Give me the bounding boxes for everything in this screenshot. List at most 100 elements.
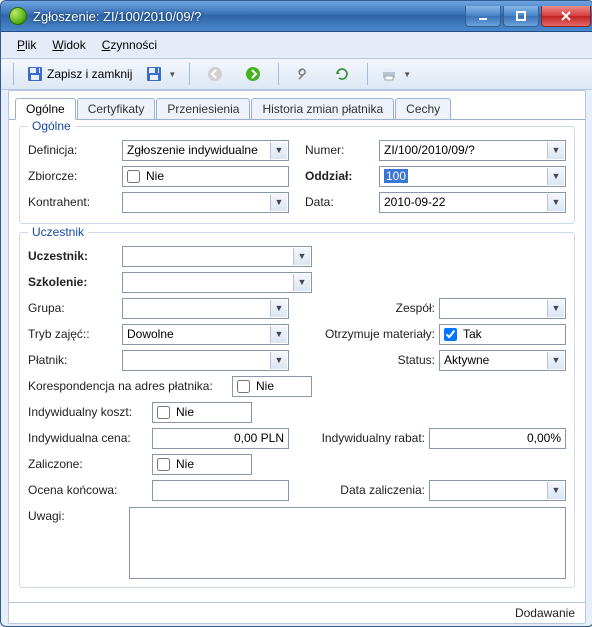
menu-view[interactable]: Widok [46,36,91,54]
indrebate-label: Indywidualny rabat: [305,431,429,445]
tab-general[interactable]: Ogólne [15,98,76,120]
refresh-button[interactable] [325,61,359,87]
payer-combo[interactable]: ▼ [122,350,289,371]
tab-features[interactable]: Cechy [395,98,451,119]
materials-field[interactable]: Tak [439,324,566,345]
training-combo[interactable]: ▼ [122,272,312,293]
indcost-text: Nie [176,405,194,419]
training-label: Szkolenie: [28,275,122,289]
back-button[interactable] [198,61,232,87]
corr-label: Korespondencja na adres płatnika: [28,379,232,393]
group-general: Ogólne Definicja: Zgłoszenie indywidualn… [19,126,575,224]
chevron-down-icon[interactable]: ▼ [270,194,287,211]
status-combo[interactable]: Aktywne ▼ [439,350,566,371]
menubar: Plik Widok Czynności [1,32,592,59]
definition-combo[interactable]: Zgłoszenie indywidualne ▼ [122,140,289,161]
print-button[interactable]: ▼ [376,61,416,87]
credited-text: Nie [176,457,194,471]
materials-checkbox[interactable] [444,328,457,341]
menu-file[interactable]: Plik [11,36,42,54]
diskette-icon [146,66,162,82]
credited-field[interactable]: Nie [152,454,252,475]
forward-button[interactable] [236,61,270,87]
tabs: Ogólne Certyfikaty Przeniesienia Histori… [9,91,585,119]
group-participant: Uczestnik Uczestnik: ▼ Szkolenie: ▼ [19,232,575,588]
creditdate-combo[interactable]: ▼ [429,480,566,501]
team-label: Zespół: [305,301,439,315]
number-value: ZI/100/2010/09/? [384,143,475,157]
team-combo[interactable]: ▼ [439,298,566,319]
finalgrade-label: Ocena końcowa: [28,483,152,497]
date-combo[interactable]: 2010-09-22 ▼ [379,192,566,213]
diskette-icon [27,66,43,82]
corr-checkbox[interactable] [237,380,250,393]
save-close-button[interactable]: Zapisz i zamknij [22,61,137,87]
printer-icon [381,66,397,82]
credited-checkbox[interactable] [157,458,170,471]
chevron-down-icon[interactable]: ▼ [547,352,564,369]
save-close-label: Zapisz i zamknij [47,67,132,81]
finalgrade-field[interactable] [152,480,289,501]
definition-value: Zgłoszenie indywidualne [127,143,258,157]
status-text: Dodawanie [515,606,575,620]
branch-combo[interactable]: 100 ▼ [379,166,566,187]
indprice-label: Indywidualna cena: [28,431,152,445]
tab-payer-history[interactable]: Historia zmian płatnika [251,98,394,119]
chevron-down-icon[interactable]: ▼ [547,194,564,211]
participant-label: Uczestnik: [28,249,122,263]
branch-label: Oddział: [305,169,379,183]
close-button[interactable] [541,6,591,27]
chevron-down-icon[interactable]: ▼ [270,300,287,317]
chevron-down-icon[interactable]: ▼ [293,274,310,291]
save-button[interactable]: ▼ [141,61,181,87]
chevron-down-icon[interactable]: ▼ [547,482,564,499]
tab-transfers[interactable]: Przeniesienia [156,98,250,119]
indcost-checkbox[interactable] [157,406,170,419]
chevron-down-icon: ▼ [168,70,176,79]
mode-value: Dowolne [127,327,174,341]
toolbar: Zapisz i zamknij ▼ ▼ [1,59,592,90]
indrebate-field[interactable]: 0,00% [429,428,566,449]
materials-text: Tak [463,327,482,341]
window: Zgłoszenie: ZI/100/2010/09/? Plik Widok … [0,0,592,627]
chevron-down-icon: ▼ [403,70,411,79]
corr-field[interactable]: Nie [232,376,312,397]
bulk-text: Nie [146,169,164,183]
chevron-down-icon[interactable]: ▼ [270,326,287,343]
contractor-combo[interactable]: ▼ [122,192,289,213]
indcost-field[interactable]: Nie [152,402,252,423]
definition-label: Definicja: [28,143,122,157]
maximize-button[interactable] [503,6,539,27]
bulk-field[interactable]: Nie [122,166,289,187]
number-combo[interactable]: ZI/100/2010/09/? ▼ [379,140,566,161]
date-label: Data: [305,195,379,209]
payer-label: Płatnik: [28,353,122,367]
bulk-checkbox[interactable] [127,170,140,183]
number-label: Numer: [305,143,379,157]
corr-text: Nie [256,379,274,393]
statusbar: Dodawanie [9,602,585,623]
group-combo[interactable]: ▼ [122,298,289,319]
indrebate-value: 0,00% [527,431,561,445]
minimize-button[interactable] [465,6,501,27]
participant-combo[interactable]: ▼ [122,246,312,267]
menu-actions[interactable]: Czynności [96,36,163,54]
status-value: Aktywne [444,353,489,367]
mode-combo[interactable]: Dowolne ▼ [122,324,289,345]
tab-certificates[interactable]: Certyfikaty [77,98,156,119]
date-value: 2010-09-22 [384,195,445,209]
titlebar[interactable]: Zgłoszenie: ZI/100/2010/09/? [1,1,592,32]
group-general-title: Ogólne [28,119,75,133]
refresh-icon [334,66,350,82]
chevron-down-icon[interactable]: ▼ [270,142,287,159]
tools-button[interactable] [287,61,321,87]
chevron-down-icon[interactable]: ▼ [547,142,564,159]
chevron-down-icon[interactable]: ▼ [547,300,564,317]
chevron-down-icon[interactable]: ▼ [293,248,310,265]
indcost-label: Indywidualny koszt: [28,405,152,419]
indprice-field[interactable]: 0,00 PLN [152,428,289,449]
chevron-down-icon[interactable]: ▼ [547,168,564,185]
chevron-down-icon[interactable]: ▼ [270,352,287,369]
wrench-icon [296,66,312,82]
remarks-textarea[interactable] [129,507,566,579]
